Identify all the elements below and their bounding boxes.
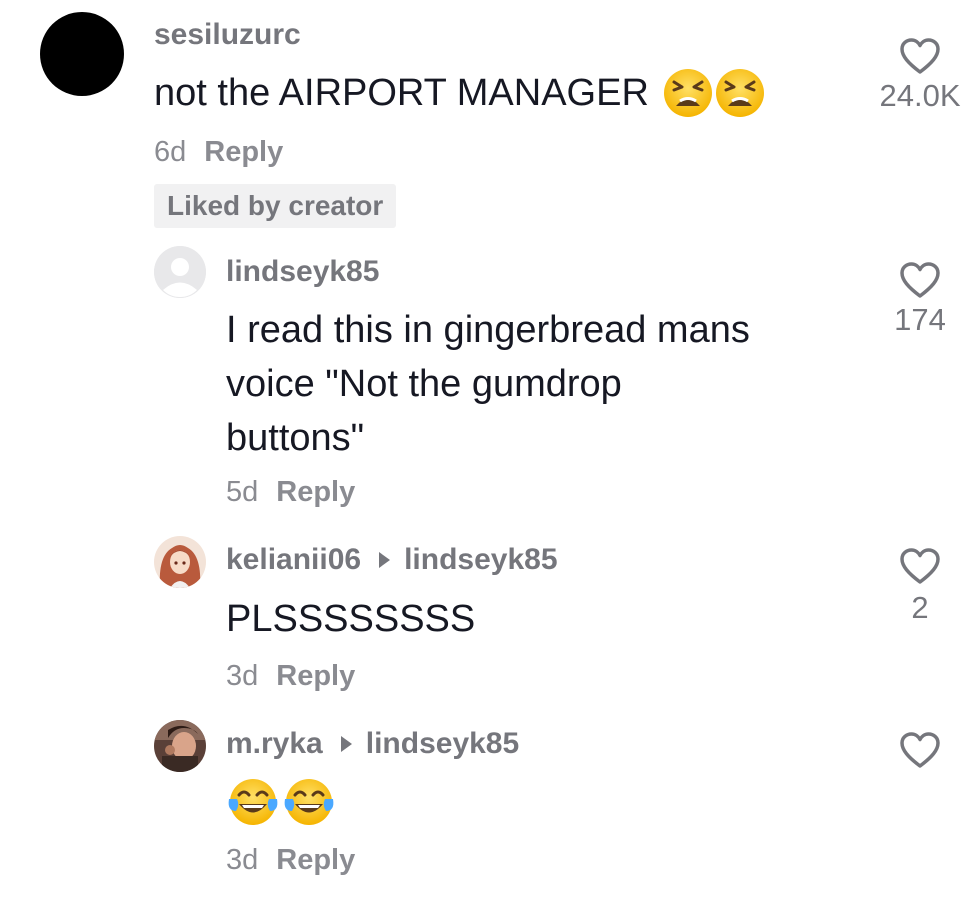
- comment-header: kelianii06 lindseyk85: [226, 543, 558, 577]
- comment-age: 6d: [154, 136, 187, 168]
- like-count: 2: [911, 590, 929, 625]
- comment-meta: 3d Reply: [226, 844, 355, 877]
- reply-button[interactable]: Reply: [276, 660, 355, 692]
- comment-text: PLSSSSSSSS: [226, 598, 476, 640]
- tired-face-emoji-icon: [715, 68, 765, 118]
- reply-button[interactable]: Reply: [204, 136, 283, 168]
- reply-arrow-icon: [379, 552, 391, 569]
- comment-meta: 5d Reply: [226, 476, 355, 509]
- anime-character-avatar-icon: [154, 536, 206, 588]
- heart-icon: [900, 732, 940, 768]
- comment-text-content: not the AIRPORT MANAGER: [154, 72, 649, 114]
- comment-age: 3d: [226, 844, 259, 876]
- face-with-tears-of-joy-emoji-icon: [226, 777, 280, 827]
- comment-header: m.ryka lindseyk85: [226, 727, 519, 761]
- heart-icon: [900, 38, 940, 74]
- reply-button[interactable]: Reply: [276, 844, 355, 876]
- like-count: 24.0K: [879, 78, 961, 113]
- like-button[interactable]: [898, 36, 942, 76]
- comment-age: 3d: [226, 660, 259, 692]
- default-user-icon: [154, 246, 206, 298]
- reply-to-username[interactable]: lindseyk85: [366, 727, 519, 760]
- avatar[interactable]: [40, 12, 124, 96]
- comment-text: [226, 777, 336, 827]
- comment-meta: 6d Reply: [154, 136, 283, 169]
- comment-text-line: buttons": [226, 417, 365, 459]
- like-button[interactable]: [898, 260, 942, 300]
- avatar[interactable]: [154, 536, 206, 588]
- like-button[interactable]: [898, 546, 942, 586]
- reply-arrow-icon: [340, 736, 352, 753]
- reply-to-username[interactable]: lindseyk85: [404, 543, 557, 576]
- comment-username[interactable]: kelianii06: [226, 543, 361, 576]
- like-count: 174: [894, 302, 946, 337]
- comment-text: I read this in gingerbread mans voice "N…: [226, 303, 866, 465]
- comment-username[interactable]: sesiluzurc: [154, 18, 301, 52]
- heart-icon: [900, 548, 940, 584]
- like-button[interactable]: [898, 730, 942, 770]
- comment-username[interactable]: lindseyk85: [226, 255, 379, 289]
- comment-age: 5d: [226, 476, 259, 508]
- reply-button[interactable]: Reply: [276, 476, 355, 508]
- comment-username[interactable]: m.ryka: [226, 727, 323, 760]
- face-with-tears-of-joy-emoji-icon: [282, 777, 336, 827]
- heart-icon: [900, 262, 940, 298]
- person-photo-avatar-icon: [154, 720, 206, 772]
- avatar[interactable]: [154, 720, 206, 772]
- comment-text-line: I read this in gingerbread mans: [226, 309, 750, 351]
- tired-face-emoji-icon: [663, 68, 713, 118]
- comment-text-line: voice "Not the gumdrop: [226, 363, 622, 405]
- comment-meta: 3d Reply: [226, 660, 355, 693]
- avatar[interactable]: [154, 246, 206, 298]
- liked-by-creator-badge: Liked by creator: [154, 184, 397, 228]
- comment-text: not the AIRPORT MANAGER: [154, 66, 765, 120]
